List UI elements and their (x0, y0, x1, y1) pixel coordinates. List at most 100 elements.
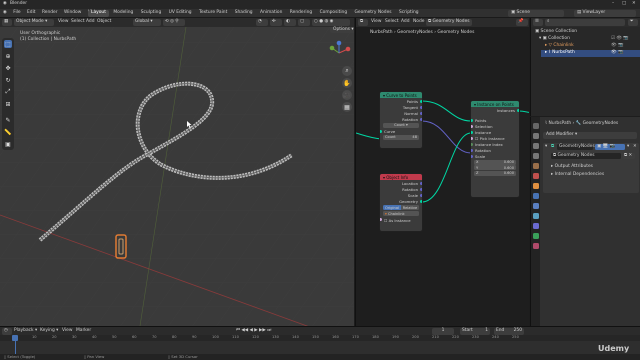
scene-tab-icon[interactable] (532, 163, 539, 169)
transform-tool-icon[interactable]: ⊞ (4, 100, 12, 108)
constraints-tab-icon[interactable] (532, 223, 539, 229)
scale-x-field[interactable]: X 0.600 (474, 159, 516, 165)
node-menu-view[interactable]: View (371, 19, 381, 24)
scale-tool-icon[interactable]: ⤢ (4, 88, 12, 96)
timeline-menu-view[interactable]: View (62, 328, 72, 333)
zoom-icon[interactable]: ⌕ (342, 66, 352, 76)
chainlink-visibility-icons[interactable]: 👁 📷 (611, 43, 623, 48)
viewport-menu-object[interactable]: Object (97, 19, 111, 24)
timeline-menu-keying[interactable]: Keying ▾ (40, 328, 58, 333)
data-tab-icon[interactable] (532, 233, 539, 239)
move-tool-icon[interactable]: ✥ (4, 64, 12, 72)
viewport-menu-view[interactable]: View (58, 19, 68, 24)
nurbspath-visibility-icons[interactable]: 👁 📷 (611, 50, 623, 55)
view-layer-tab-icon[interactable] (532, 153, 539, 159)
editor-type-icon[interactable]: ▦ (2, 19, 12, 26)
output-tab-icon[interactable] (532, 143, 539, 149)
cursor-tool-icon[interactable]: ⊕ (4, 52, 12, 60)
minimize-icon[interactable]: – (612, 1, 614, 6)
toggle-relative[interactable]: Relative (401, 205, 419, 210)
node-group-actions[interactable]: ⧉ ✕ (623, 153, 635, 159)
viewport-menu-add[interactable]: Add (86, 19, 95, 24)
node-group-selector[interactable]: ⧉ Geometry Nodes (551, 153, 621, 159)
object-field[interactable]: ▾ Chainlink (383, 211, 419, 216)
overlay-icon[interactable]: ◐ (284, 19, 296, 26)
timeline-type-icon[interactable]: ◷ (2, 327, 12, 335)
tab-modeling[interactable]: Modeling (110, 10, 136, 16)
blender-menu-icon[interactable]: ◉ (3, 10, 7, 15)
node-object-info[interactable]: ▾ Object Info Location Rotation Scale Ge… (379, 173, 423, 232)
tab-sculpting[interactable]: Sculpting (138, 10, 165, 16)
tab-scripting[interactable]: Scripting (396, 10, 422, 16)
scale-y-field[interactable]: Y 0.600 (474, 165, 516, 170)
navigation-gizmo[interactable] (326, 40, 352, 66)
toggle-original[interactable]: Original (383, 205, 401, 210)
viewport-menu-select[interactable]: Select (71, 19, 85, 24)
view-layer-selector[interactable]: ▤ ViewLayer (574, 10, 636, 17)
playback-controls[interactable]: ⏮ ◀◀ ◀ ▶ ▶▶ ⏭ (236, 328, 271, 333)
close-icon[interactable]: ✕ (632, 1, 636, 6)
node-menu-select[interactable]: Select (385, 19, 399, 24)
world-tab-icon[interactable] (532, 173, 539, 179)
node-menu-add[interactable]: Add (401, 19, 410, 24)
modifier-close-icon[interactable]: ✕ (633, 144, 637, 149)
rotate-tool-icon[interactable]: ↻ (4, 76, 12, 84)
end-frame-field[interactable]: End 250 (494, 327, 524, 335)
tab-rendering[interactable]: Rendering (287, 10, 315, 16)
pin-icon[interactable]: 📌 (516, 19, 528, 26)
add-cube-tool-icon[interactable]: ▣ (4, 140, 12, 148)
add-modifier-button[interactable]: Add Modifier ▾ (543, 132, 637, 139)
outliner-item-chainlink[interactable]: ▸ ▽ Chainlink (545, 43, 574, 48)
options-button[interactable]: Options ▾ (330, 27, 354, 34)
menu-render[interactable]: Render (42, 10, 58, 15)
outliner-item-collection[interactable]: ▾ ▣ Collection (539, 36, 570, 41)
modifier-dropdown-icon[interactable]: ▾ (627, 144, 629, 149)
start-frame-field[interactable]: Start 1 (460, 327, 490, 335)
object-tab-icon[interactable] (532, 183, 539, 189)
mode-dropdown[interactable]: Count ▾ (383, 122, 419, 128)
tab-layout[interactable]: Layout (88, 10, 109, 17)
maximize-icon[interactable]: □ (622, 1, 626, 6)
3d-viewport[interactable]: ▦ Object Mode ▾ View Select Add Object G… (0, 18, 354, 326)
timeline-menu-playback[interactable]: Playback ▾ (14, 328, 37, 333)
tab-compositing[interactable]: Compositing (317, 10, 351, 16)
node-instance-on-points[interactable]: ▾ Instance on Points Instances Points Se… (470, 100, 520, 198)
snap-controls[interactable]: ⟲ ◎ ⚲ (163, 19, 185, 26)
node-tree-selector[interactable]: ⧉ Geometry Nodes (426, 19, 472, 26)
filter-icon[interactable]: ⏷ (628, 19, 638, 26)
particles-tab-icon[interactable] (532, 203, 539, 209)
tab-animation[interactable]: Animation (257, 10, 285, 16)
node-editor-type-icon[interactable]: ⧉ (358, 19, 368, 26)
tab-uv-editing[interactable]: UV Editing (166, 10, 195, 16)
gizmo-icon[interactable]: ✣ (270, 19, 282, 26)
tool-tab-icon[interactable] (532, 123, 539, 129)
node-editor[interactable]: ⧉ View Select Add Node ⧉ Geometry Nodes … (355, 18, 529, 326)
annotate-tool-icon[interactable]: ✎ (4, 116, 12, 124)
timeline-track[interactable]: 0102030405060708090100110120130140150160… (0, 335, 640, 355)
modifier-name-field[interactable]: GeometryNodes (557, 144, 595, 150)
xray-icon[interactable]: ▢ (298, 19, 310, 26)
current-frame-field[interactable]: 1 (432, 327, 454, 335)
node-curve-to-points[interactable]: ▾ Curve to Points Points Tangent Normal … (379, 91, 423, 149)
menu-file[interactable]: File (13, 10, 20, 15)
camera-view-icon[interactable]: 🎥 (342, 90, 352, 100)
node-menu-node[interactable]: Node (413, 19, 424, 24)
panel-internal-dependencies[interactable]: ▸ Internal Dependencies (551, 172, 604, 177)
scale-z-field[interactable]: Z 0.600 (474, 170, 516, 176)
tab-shading[interactable]: Shading (232, 10, 256, 16)
scene-selector[interactable]: ▣ Scene (508, 10, 564, 17)
measure-tool-icon[interactable]: 📏 (4, 128, 12, 136)
tab-geometry-nodes[interactable]: Geometry Nodes (352, 10, 395, 16)
perspective-toggle-icon[interactable]: ▦ (342, 102, 352, 112)
select-box-tool-icon[interactable]: ⬚ (4, 40, 12, 48)
modifier-visibility-toggles[interactable]: ▣ 🖥 📷 (595, 144, 625, 150)
visibility-icon[interactable]: ◔ (256, 19, 268, 26)
render-tab-icon[interactable] (532, 133, 539, 139)
pan-hand-icon[interactable]: ✋ (342, 78, 352, 88)
outliner-item-scene-collection[interactable]: ▣ Scene Collection (535, 29, 577, 34)
collection-visibility-icons[interactable]: ☑ 👁 📷 (611, 36, 629, 41)
outliner-search[interactable]: ⌕ (545, 19, 625, 26)
material-tab-icon[interactable] (532, 243, 539, 249)
orientation-dropdown[interactable]: Global ▾ (133, 19, 161, 26)
outliner-item-nurbspath[interactable]: ▸ ⌇ NurbsPath (545, 50, 575, 55)
